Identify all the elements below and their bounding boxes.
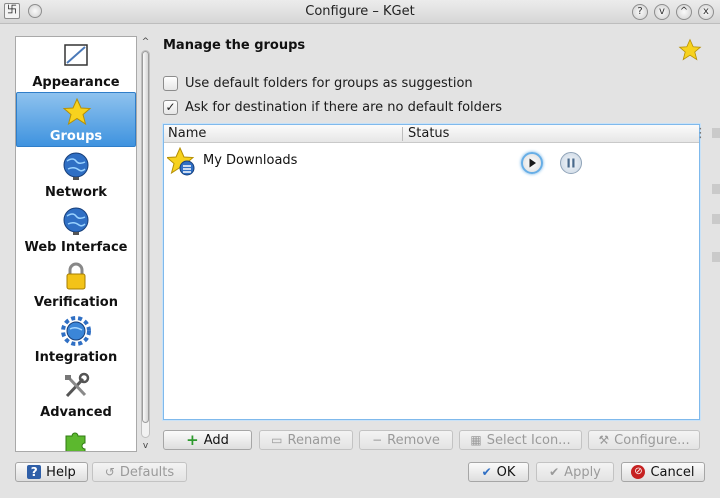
- sidebar-item-web-interface[interactable]: Web Interface: [16, 202, 136, 257]
- button-label: Add: [203, 432, 229, 448]
- column-separator[interactable]: [402, 127, 403, 141]
- option-label: Use default folders for groups as sugges…: [185, 75, 473, 91]
- scroll-down-icon[interactable]: v: [139, 440, 152, 452]
- sidebar-item-label: Web Interface: [24, 240, 128, 255]
- page-title: Manage the groups: [163, 38, 306, 53]
- background-window-edge: [712, 184, 720, 194]
- button-label: Apply: [564, 464, 601, 480]
- sidebar-item-groups[interactable]: Groups: [16, 92, 136, 147]
- minimize-button[interactable]: v: [654, 4, 670, 20]
- cancel-icon: ⊘: [631, 465, 646, 479]
- ask-destination-option[interactable]: ✓ Ask for destination if there are no de…: [163, 97, 502, 117]
- use-default-folders-option[interactable]: Use default folders for groups as sugges…: [163, 73, 473, 93]
- gear-globe-icon: [61, 316, 91, 346]
- scrollbar-thumb[interactable]: [142, 51, 149, 423]
- stop-group-button[interactable]: [560, 152, 582, 174]
- sidebar-item-integration[interactable]: Integration: [16, 312, 136, 367]
- star-icon: [62, 97, 92, 126]
- checkmark-icon: ✔: [549, 465, 560, 479]
- tools-icon: [65, 372, 90, 398]
- lock-icon: [66, 262, 86, 290]
- sidebar-item-plugins[interactable]: [16, 422, 136, 451]
- grid-icon: ▦: [470, 433, 482, 447]
- configure-group-button[interactable]: ⚒ Configure...: [588, 430, 700, 450]
- rename-icon: ▭: [271, 433, 283, 447]
- sidebar-item-label: Advanced: [40, 405, 112, 420]
- minus-icon: −: [372, 433, 383, 447]
- defaults-button[interactable]: ↺ Defaults: [92, 462, 187, 482]
- defaults-icon: ↺: [104, 465, 115, 479]
- sidebar-item-verification[interactable]: Verification: [16, 257, 136, 312]
- option-label: Ask for destination if there are no defa…: [185, 99, 503, 115]
- groups-list[interactable]: Name Status ⋮ My Downloads: [163, 124, 707, 420]
- window-help-button[interactable]: ?: [632, 4, 648, 20]
- globe-icon: [63, 152, 89, 180]
- button-label: Select Icon...: [486, 432, 571, 448]
- scrollbar-track[interactable]: [141, 50, 150, 438]
- background-window-edge: [712, 214, 720, 224]
- select-icon-button[interactable]: ▦ Select Icon...: [459, 430, 582, 450]
- button-label: Configure...: [614, 432, 690, 448]
- star-icon: [678, 38, 702, 61]
- wrench-icon: ⚒: [598, 433, 610, 447]
- start-group-button[interactable]: [521, 152, 543, 174]
- group-star-icon: [167, 147, 195, 176]
- help-icon: ?: [27, 465, 42, 479]
- column-header-name[interactable]: Name: [168, 126, 206, 141]
- plus-icon: +: [186, 431, 199, 449]
- rename-group-button[interactable]: ▭ Rename: [259, 430, 353, 450]
- background-window-edge: [712, 252, 720, 262]
- maximize-button[interactable]: ^: [676, 4, 692, 20]
- sidebar-scrollbar[interactable]: ^ v: [139, 36, 152, 452]
- pause-icon: [567, 158, 575, 168]
- group-name: My Downloads: [203, 153, 298, 168]
- page-list: Appearance Groups Network Web Interface: [15, 36, 137, 452]
- sidebar-item-label: Appearance: [32, 75, 120, 90]
- ok-button[interactable]: ✔ OK: [468, 462, 529, 482]
- button-label: OK: [496, 464, 516, 480]
- sidebar-item-advanced[interactable]: Advanced: [16, 367, 136, 422]
- window-title: Configure – KGet: [305, 4, 415, 19]
- sidebar-item-network[interactable]: Network: [16, 147, 136, 202]
- table-row[interactable]: My Downloads: [164, 145, 699, 177]
- apply-button[interactable]: ✔ Apply: [536, 462, 614, 482]
- button-label: Cancel: [650, 464, 695, 480]
- list-header: Name Status ⋮: [164, 125, 707, 143]
- scroll-up-icon[interactable]: ^: [139, 36, 152, 48]
- header-more-icon[interactable]: ⋮: [694, 126, 707, 141]
- sidebar-item-label: Verification: [33, 295, 118, 310]
- cancel-button[interactable]: ⊘ Cancel: [621, 462, 705, 482]
- globe-icon: [63, 207, 89, 235]
- sidebar-item-label: Groups: [49, 129, 103, 144]
- title-bar[interactable]: 卐 Configure – KGet ? v ^ x: [0, 0, 720, 24]
- sidebar-item-label: Integration: [34, 350, 118, 365]
- use-default-folders-checkbox[interactable]: [163, 75, 178, 91]
- help-button[interactable]: ? Help: [15, 462, 88, 482]
- button-label: Help: [46, 464, 76, 480]
- close-button[interactable]: x: [698, 4, 714, 20]
- play-icon: [529, 158, 536, 168]
- button-label: Defaults: [119, 464, 175, 480]
- button-label: Rename: [287, 432, 341, 448]
- background-window-edge: [712, 128, 720, 138]
- puzzle-icon: [65, 432, 86, 451]
- ask-destination-checkbox[interactable]: ✓: [163, 99, 178, 115]
- column-header-status[interactable]: Status: [408, 126, 449, 141]
- add-group-button[interactable]: + Add: [163, 430, 252, 450]
- appearance-icon: [64, 44, 88, 66]
- remove-group-button[interactable]: − Remove: [359, 430, 453, 450]
- sidebar-item-appearance[interactable]: Appearance: [16, 37, 136, 92]
- configure-dialog: 卐 Configure – KGet ? v ^ x Appearance Gr…: [0, 0, 720, 498]
- checkmark-icon: ✔: [481, 465, 492, 479]
- button-label: Remove: [387, 432, 440, 448]
- sidebar-item-label: Network: [45, 185, 107, 200]
